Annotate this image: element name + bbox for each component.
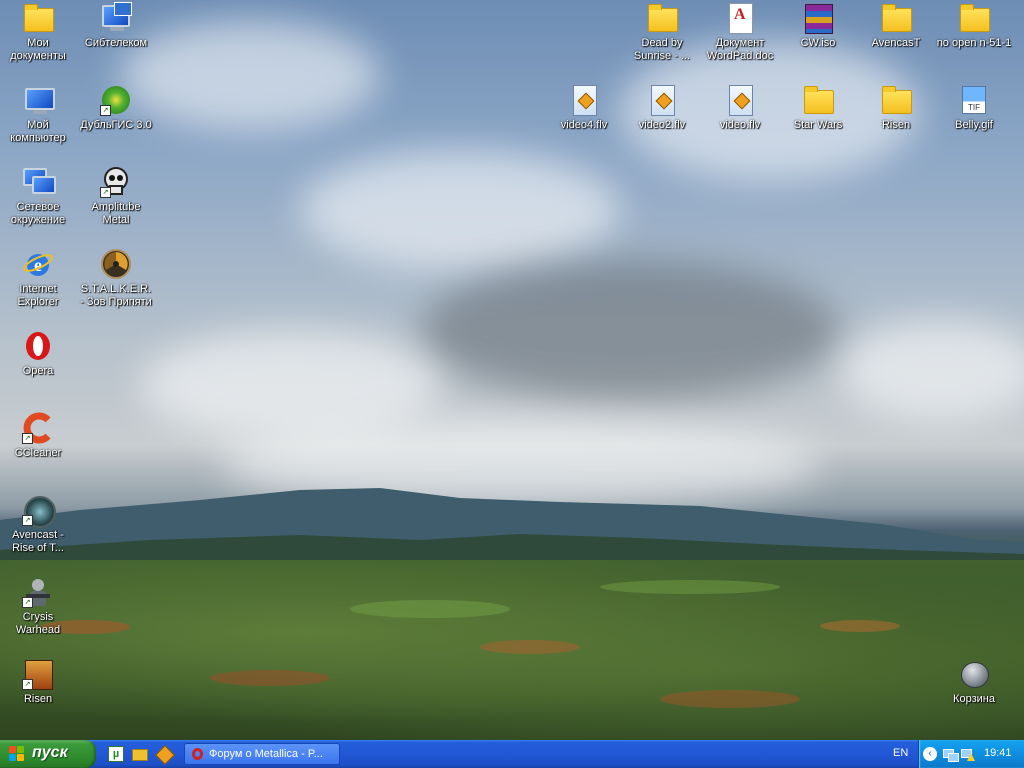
icon-label: Сибтелеком: [84, 37, 148, 49]
folder-icon: [880, 84, 912, 116]
network-icon: [22, 166, 56, 202]
icon-label: video.flv: [719, 119, 761, 131]
flv-player-icon[interactable]: [155, 745, 175, 765]
system-tray: ‹ 19:41: [918, 740, 1024, 768]
tif-image-icon: TIF: [958, 84, 990, 116]
crysis-icon: ↗: [22, 576, 54, 608]
winrar-iso-icon: [802, 2, 834, 34]
risen-game-icon: ↗: [22, 658, 54, 690]
icon-label: Star Wars: [793, 119, 843, 131]
icon-label: ДубльГИС 3.0: [80, 119, 152, 131]
icon-label: Корзина: [953, 693, 995, 705]
desktop-icon-my-documents[interactable]: Мои документы: [0, 2, 76, 63]
icon-label: Мои документы: [10, 37, 66, 62]
icon-label: S.T.A.L.K.E.R. - Зов Припяти: [80, 283, 152, 308]
desktop-icon-recycle-bin[interactable]: Корзина: [936, 658, 1012, 706]
icon-label: Dead by Sunrise - ...: [633, 37, 691, 62]
desktop-icon-star-wars[interactable]: Star Wars: [780, 84, 856, 132]
flv-file-icon: [646, 84, 678, 116]
icon-label: Risen: [23, 693, 53, 705]
icon-label: AvencasT: [871, 37, 921, 49]
desktop-icon-video2[interactable]: video2.flv: [624, 84, 700, 132]
folder-documents-icon: [22, 2, 54, 34]
network-warning-icon[interactable]: [961, 747, 975, 761]
desktop-icon-my-computer[interactable]: Мой компьютер: [0, 84, 76, 145]
desktop-icon-sibtelecom[interactable]: Сибтелеком: [78, 2, 154, 50]
desktop-icon-belly-gif[interactable]: TIF Belly.gif: [936, 84, 1012, 132]
desktop-icon-risen-game[interactable]: ↗ Risen: [0, 658, 76, 706]
folder-icon: [646, 2, 678, 34]
desktop-icon-wordpad-doc[interactable]: A Документ WordPad.doc: [702, 2, 778, 63]
wordpad-doc-icon: A: [724, 2, 756, 34]
icon-label: CCleaner: [14, 447, 62, 459]
flv-file-icon: [724, 84, 756, 116]
icon-label: CW.iso: [800, 37, 836, 49]
desktop-icon-dead-by-sunrise[interactable]: Dead by Sunrise - ...: [624, 2, 700, 63]
desktop-icon-stalker[interactable]: S.T.A.L.K.E.R. - Зов Припяти: [78, 248, 154, 309]
clock[interactable]: 19:41: [984, 747, 1012, 759]
icon-label: Документ WordPad.doc: [706, 37, 774, 62]
avencast-icon: ↗: [22, 494, 56, 528]
icon-label: Мой компьютер: [10, 119, 66, 144]
sibtelecom-icon: [100, 2, 132, 34]
icon-label: no open n-51-1: [936, 37, 1012, 49]
desktop-icon-avencast[interactable]: ↗ Avencast - Rise of T...: [0, 494, 76, 555]
windows-logo-icon: [9, 746, 25, 762]
icon-label: Сетевое окружение: [10, 201, 66, 226]
desktop-icon-crysis-warhead[interactable]: ↗ Crysis Warhead: [0, 576, 76, 637]
flv-file-icon: [568, 84, 600, 116]
desktop-icon-avencast-folder[interactable]: AvencasT: [858, 2, 934, 50]
folder-icon: [802, 84, 834, 116]
amplitube-icon: ↗: [100, 166, 132, 198]
desktop-icon-video4[interactable]: video4.flv: [546, 84, 622, 132]
tray-expand-icon[interactable]: ‹: [923, 747, 937, 761]
task-button-label: Форум о Metallica - P...: [209, 748, 323, 760]
icon-label: video4.flv: [560, 119, 608, 131]
folder-icon: [880, 2, 912, 34]
desktop-icon-no-open[interactable]: no open n-51-1: [936, 2, 1012, 50]
doublegis-icon: ↗: [100, 84, 132, 116]
opera-icon: [22, 330, 54, 362]
opera-icon: [192, 748, 203, 760]
desktop-icon-ccleaner[interactable]: ↗ CCleaner: [0, 412, 76, 460]
icon-label: Amplitube Metal: [91, 201, 141, 226]
stalker-icon: [100, 248, 132, 280]
internet-explorer-icon: e: [22, 248, 54, 280]
recycle-bin-icon: [958, 658, 990, 690]
icon-label: Risen: [881, 119, 911, 131]
taskbar: пуск µ Форум о Metallica - P... EN ‹ 19:…: [0, 740, 1024, 768]
computer-icon: [22, 84, 55, 116]
language-indicator[interactable]: EN: [893, 747, 908, 759]
icon-label: Internet Explorer: [17, 283, 59, 308]
desktop-icon-internet-explorer[interactable]: e Internet Explorer: [0, 248, 76, 309]
icon-label: video2.flv: [638, 119, 686, 131]
desktop-icon-video[interactable]: video.flv: [702, 84, 778, 132]
start-button[interactable]: пуск: [0, 740, 96, 768]
icon-label: Crysis Warhead: [15, 611, 61, 636]
network-connection-icon[interactable]: [943, 747, 959, 762]
desktop-icon-cw-iso[interactable]: CW.iso: [780, 2, 856, 50]
ccleaner-icon: ↗: [22, 412, 54, 444]
utorrent-icon[interactable]: µ: [108, 746, 124, 762]
folder-icon: [958, 2, 990, 34]
icon-label: Avencast - Rise of T...: [12, 529, 64, 554]
desktop-icon-network[interactable]: Сетевое окружение: [0, 166, 76, 227]
folder-switch-icon[interactable]: [132, 746, 148, 762]
start-label: пуск: [32, 744, 68, 761]
desktop-icon-doublegis[interactable]: ↗ ДубльГИС 3.0: [78, 84, 154, 132]
icon-label: Opera: [22, 365, 54, 377]
desktop-icon-opera[interactable]: Opera: [0, 330, 76, 378]
task-button-opera[interactable]: Форум о Metallica - P...: [184, 743, 340, 765]
desktop-icon-risen-folder[interactable]: Risen: [858, 84, 934, 132]
icon-label: Belly.gif: [955, 119, 993, 131]
desktop-icon-amplitube[interactable]: ↗ Amplitube Metal: [78, 166, 154, 227]
